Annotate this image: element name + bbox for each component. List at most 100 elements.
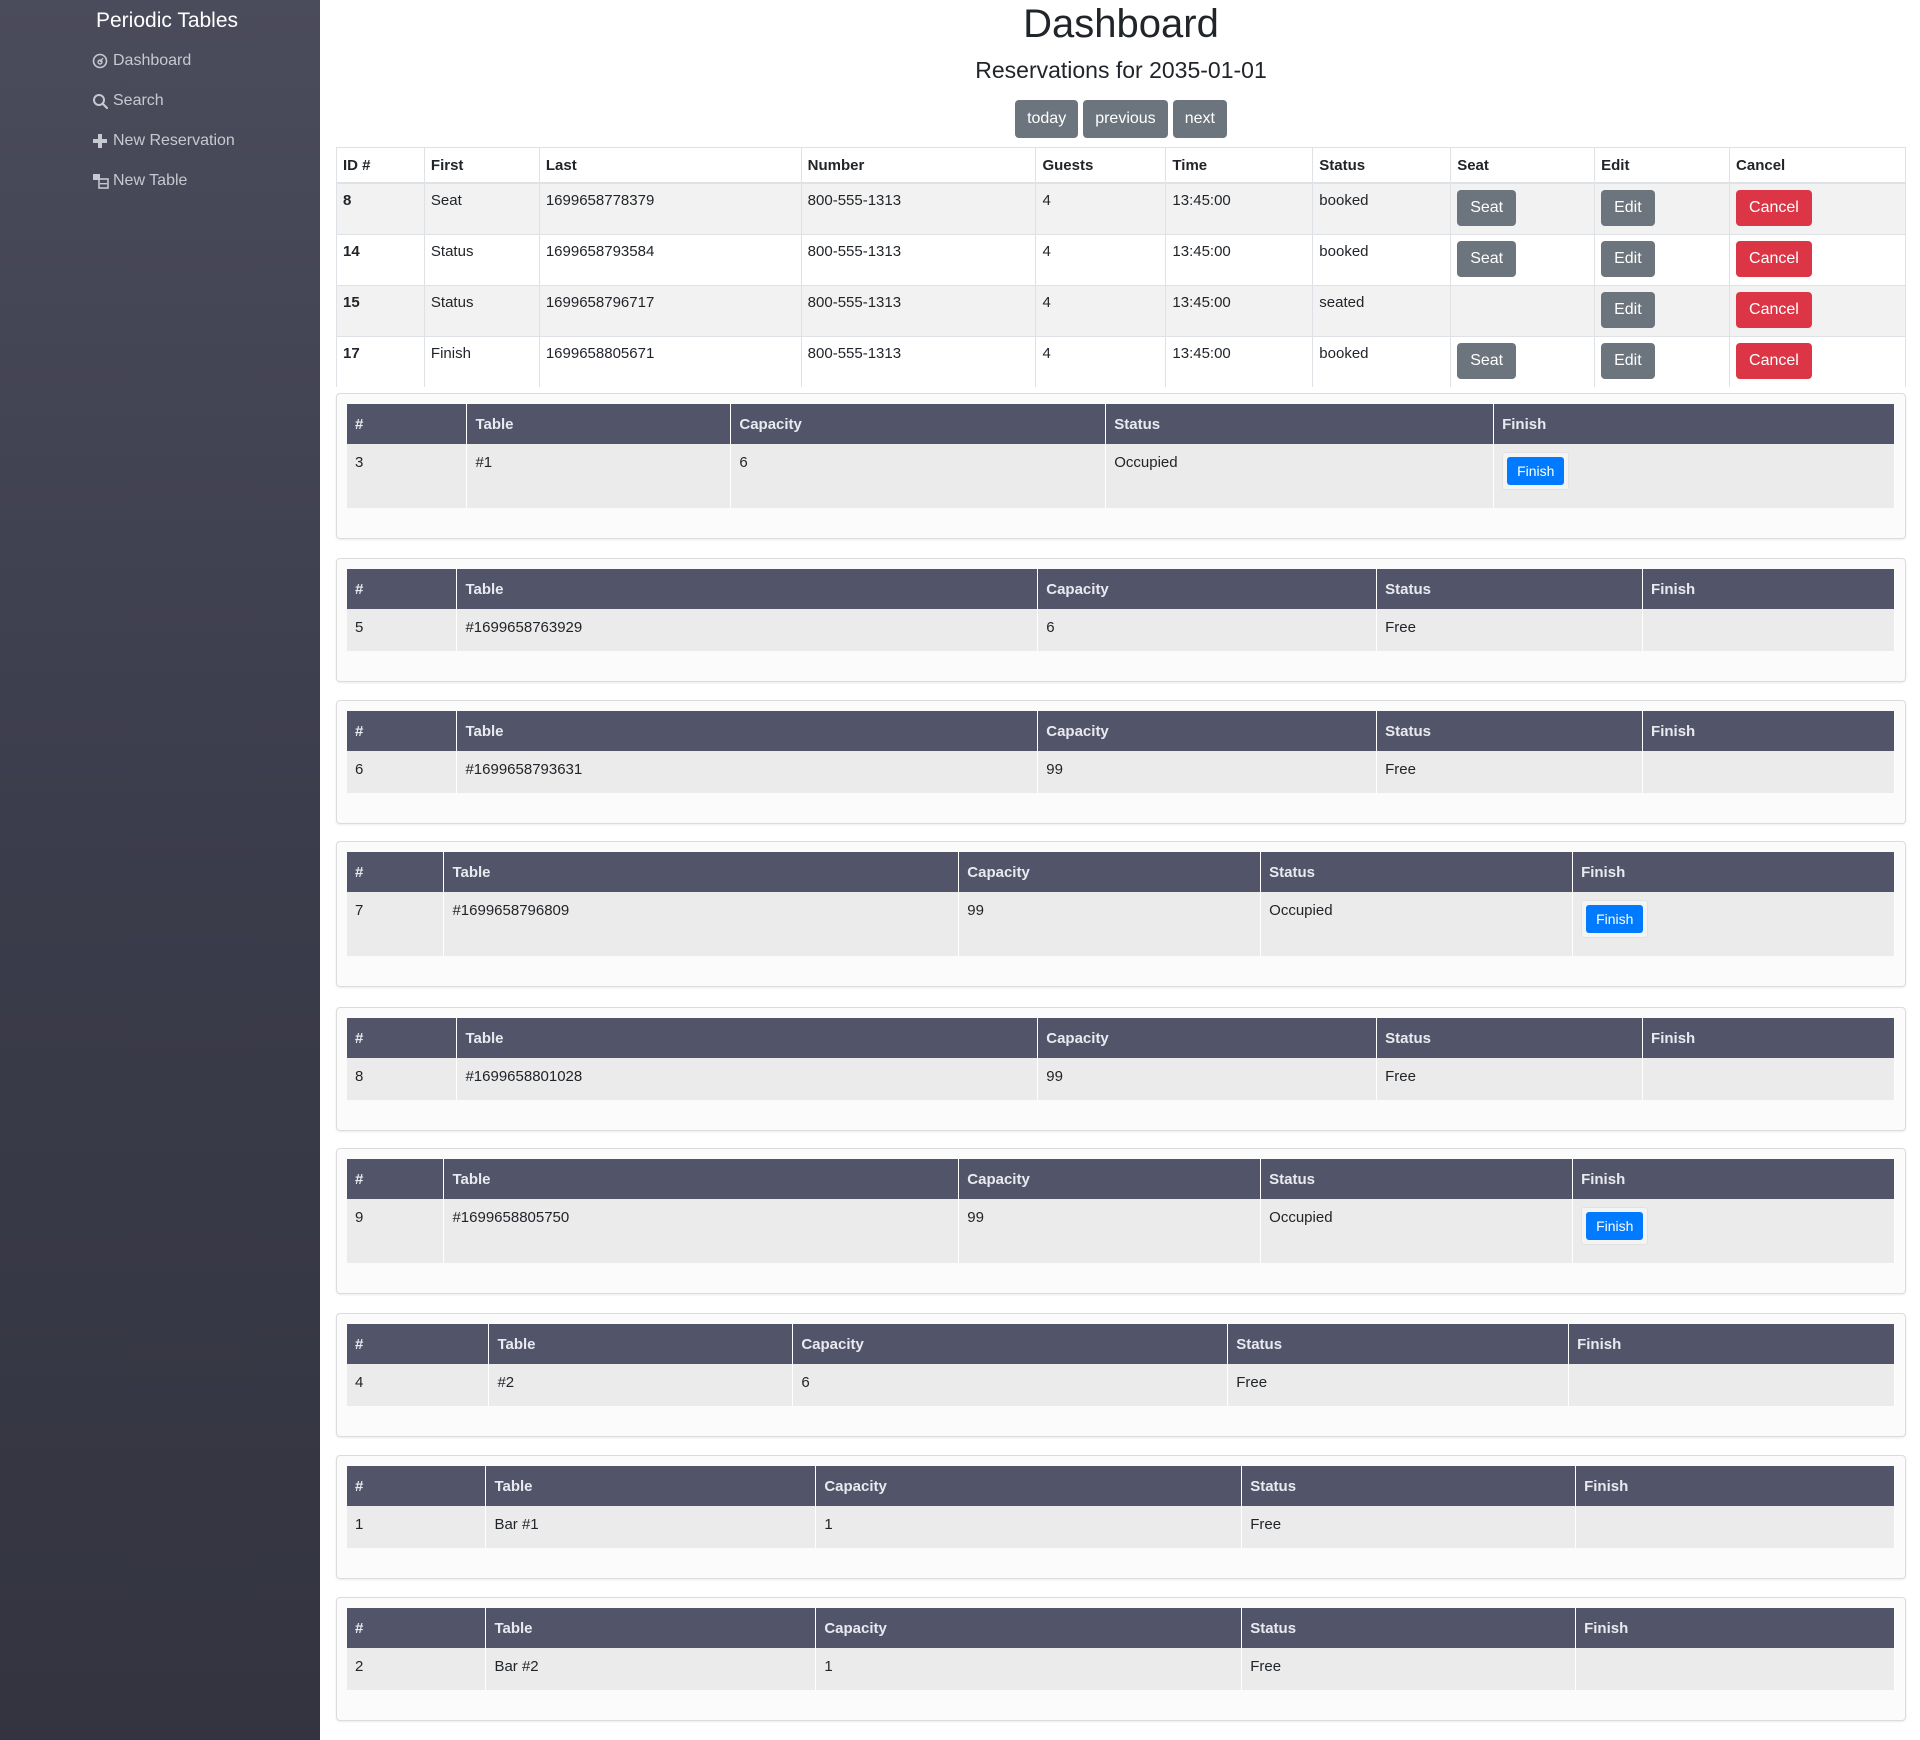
column-header: Table [456, 1018, 1039, 1058]
finish-button[interactable]: Finish [1586, 1212, 1644, 1240]
table-header-row: # Table Capacity Status Finish [347, 1018, 1895, 1058]
table-capacity: 99 [958, 1199, 1262, 1263]
table-number: 3 [347, 444, 468, 508]
finish-cell [1575, 1506, 1895, 1548]
table-status: Free [1241, 1648, 1577, 1690]
column-header: Status [1241, 1608, 1577, 1648]
today-button[interactable]: today [1015, 100, 1079, 138]
table-card: # Table Capacity Status Finish 7 #169965… [336, 841, 1906, 987]
finish-button-wrapper: Finish [1502, 452, 1570, 490]
column-header: Capacity [815, 1608, 1243, 1648]
edit-button[interactable]: Edit [1601, 291, 1655, 328]
column-header: Number [800, 147, 1037, 184]
column-header: Table [443, 852, 960, 892]
table-status: Free [1227, 1364, 1570, 1406]
page-subtitle: Reservations for 2035-01-01 [975, 57, 1267, 83]
table-capacity: 6 [1037, 609, 1378, 651]
table-row: 9 #1699658805750 99 Occupied Finish [347, 1199, 1895, 1263]
seat-button[interactable]: Seat [1457, 342, 1517, 379]
reservation-status: booked [1312, 233, 1452, 285]
table-number: 8 [347, 1058, 458, 1100]
time: 13:45:00 [1165, 182, 1314, 234]
reservation-status: seated [1312, 284, 1452, 336]
edit-button[interactable]: Edit [1601, 240, 1655, 277]
finish-button[interactable]: Finish [1507, 457, 1565, 485]
column-header: # [347, 1466, 487, 1506]
column-header: Finish [1575, 1608, 1895, 1648]
cancel-cell: Cancel [1729, 284, 1906, 336]
cancel-button[interactable]: Cancel [1736, 291, 1812, 328]
finish-cell: Finish [1493, 444, 1895, 508]
table-name: Bar #1 [485, 1506, 817, 1548]
table-card: # Table Capacity Status Finish 5 #169965… [336, 558, 1906, 682]
phone-number: 800-555-1313 [800, 182, 1037, 234]
column-header: Status [1260, 852, 1574, 892]
finish-button[interactable]: Finish [1586, 905, 1644, 933]
column-header: # [347, 404, 468, 444]
brand-title[interactable]: Periodic Tables [96, 9, 238, 33]
edit-button[interactable]: Edit [1601, 342, 1655, 379]
column-header: Table [443, 1159, 960, 1199]
table-capacity: 99 [958, 892, 1262, 956]
table-row: 17 Finish 1699658805671 800-555-1313 4 1… [336, 335, 1906, 387]
table-header-row: # Table Capacity Status Finish [347, 1466, 1895, 1506]
last-name: 1699658778379 [538, 182, 802, 234]
cancel-button[interactable]: Cancel [1736, 189, 1812, 226]
table-row: 6 #1699658793631 99 Free [347, 751, 1895, 793]
table-number: 5 [347, 609, 458, 651]
sidebar: Periodic Tables Dashboard Search New Res… [0, 0, 320, 1740]
column-header: # [347, 852, 445, 892]
column-header: ID # [336, 147, 425, 184]
table-capacity: 99 [1037, 1058, 1378, 1100]
table-card: # Table Capacity Status Finish 9 #169965… [336, 1148, 1906, 1294]
sidebar-item-new-table[interactable]: New Table [91, 166, 187, 196]
sidebar-item-new-reservation[interactable]: New Reservation [91, 126, 235, 156]
table-name: #2 [488, 1364, 794, 1406]
column-header: Capacity [958, 852, 1262, 892]
table-row: 14 Status 1699658793584 800-555-1313 4 1… [336, 233, 1906, 285]
seating-table: # Table Capacity Status Finish 2 Bar #2 … [347, 1608, 1895, 1690]
table-status: Occupied [1260, 892, 1574, 956]
column-header: Cancel [1729, 147, 1906, 184]
guests: 4 [1035, 182, 1167, 234]
column-header: Finish [1572, 1159, 1895, 1199]
table-card: # Table Capacity Status Finish 8 #169965… [336, 1007, 1906, 1131]
cancel-button[interactable]: Cancel [1736, 342, 1812, 379]
seating-table: # Table Capacity Status Finish 1 Bar #1 … [347, 1466, 1895, 1548]
next-button[interactable]: next [1172, 100, 1227, 138]
sidebar-item-search[interactable]: Search [91, 86, 164, 116]
seat-button[interactable]: Seat [1457, 240, 1517, 277]
last-name: 1699658805671 [538, 335, 802, 387]
time: 13:45:00 [1165, 335, 1314, 387]
column-header: Time [1165, 147, 1314, 184]
table-status: Free [1241, 1506, 1577, 1548]
guests: 4 [1035, 284, 1167, 336]
seat-cell [1450, 284, 1596, 336]
seat-button[interactable]: Seat [1457, 189, 1517, 226]
column-header: Guests [1035, 147, 1167, 184]
table-name: Bar #2 [485, 1648, 817, 1690]
table-capacity: 1 [815, 1648, 1243, 1690]
table-card: # Table Capacity Status Finish 6 #169965… [336, 700, 1906, 824]
sidebar-item-label: Dashboard [113, 52, 192, 69]
column-header: Capacity [730, 404, 1107, 444]
column-header: # [347, 1324, 490, 1364]
reservation-status: booked [1312, 335, 1452, 387]
finish-cell [1642, 751, 1895, 793]
column-header: Capacity [792, 1324, 1229, 1364]
finish-cell [1642, 609, 1895, 651]
sidebar-item-dashboard[interactable]: Dashboard [91, 46, 191, 76]
table-number: 6 [347, 751, 458, 793]
plus-icon [91, 132, 109, 150]
column-header: Edit [1594, 147, 1731, 184]
previous-button[interactable]: previous [1083, 100, 1168, 138]
column-header: Status [1312, 147, 1452, 184]
table-number: 7 [347, 892, 445, 956]
edit-button[interactable]: Edit [1601, 189, 1655, 226]
cancel-button[interactable]: Cancel [1736, 240, 1812, 277]
finish-cell [1568, 1364, 1895, 1406]
column-header: # [347, 1018, 458, 1058]
seating-table: # Table Capacity Status Finish 7 #169965… [347, 852, 1895, 956]
column-header: # [347, 569, 458, 609]
cancel-cell: Cancel [1729, 335, 1906, 387]
